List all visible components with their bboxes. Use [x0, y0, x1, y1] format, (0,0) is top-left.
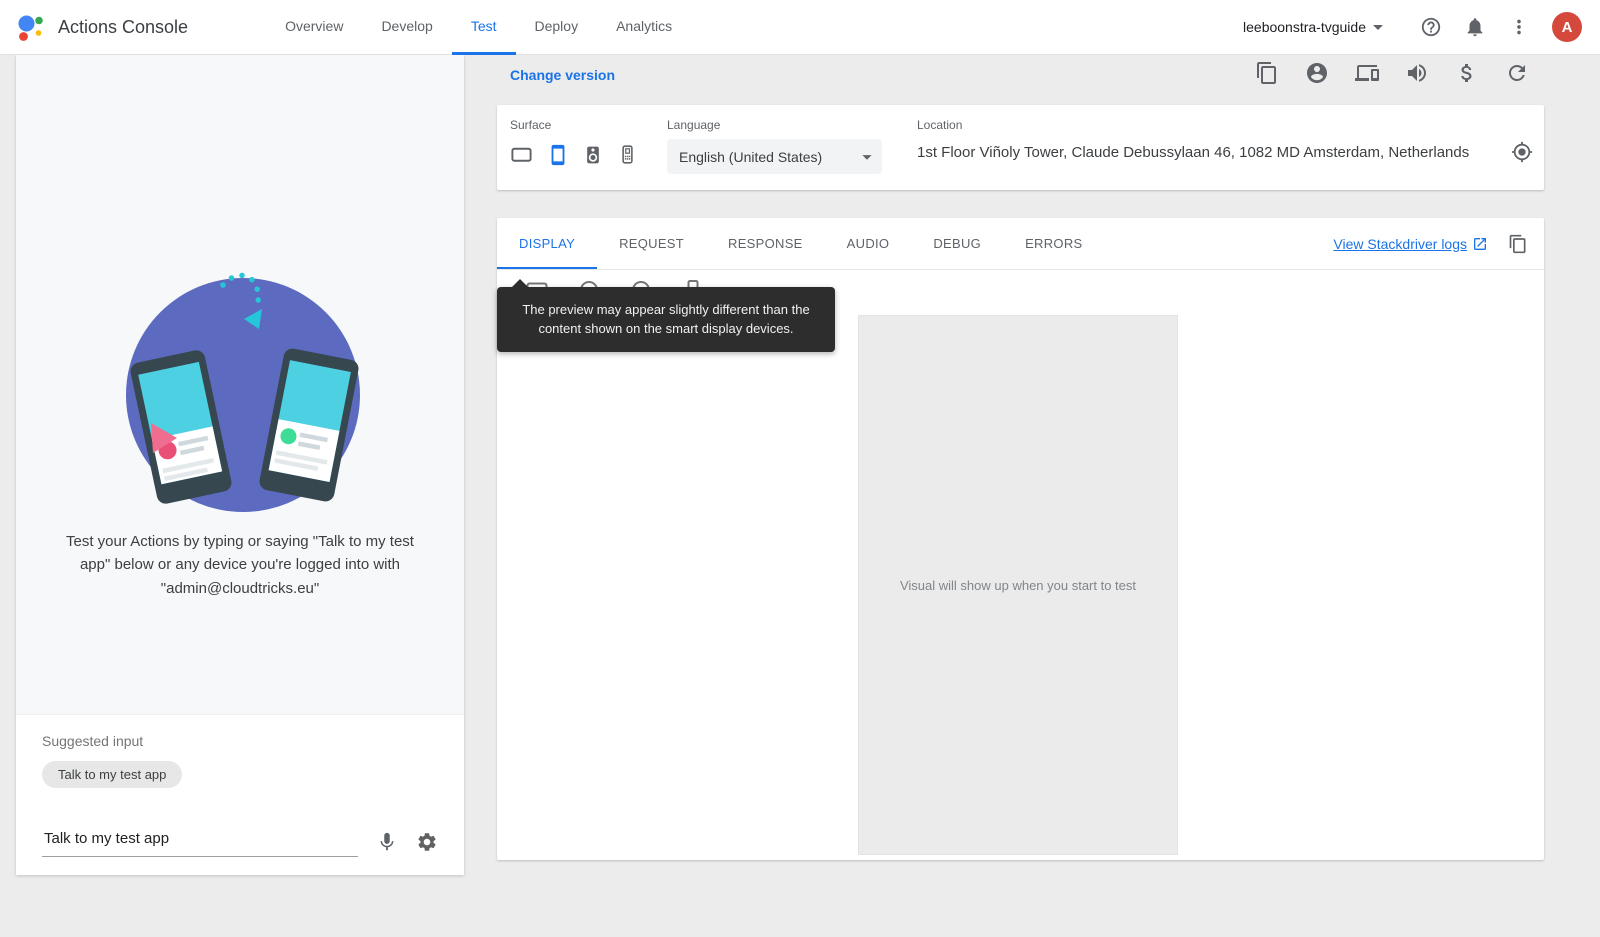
actions-console-app: Actions Console Overview Develop Test De… — [0, 0, 1600, 937]
tab-response[interactable]: RESPONSE — [706, 218, 825, 269]
tab-display[interactable]: DISPLAY — [497, 218, 597, 269]
copy-icon — [1508, 234, 1528, 254]
stackdriver-link-label: View Stackdriver logs — [1333, 236, 1467, 252]
location-input[interactable] — [917, 144, 1500, 161]
copy-icon — [1255, 61, 1279, 85]
language-select[interactable]: English (United States) — [667, 139, 882, 174]
language-value: English (United States) — [679, 149, 856, 165]
project-selector[interactable]: leeboonstra-tvguide — [1243, 15, 1390, 39]
surface-feature-phone-button[interactable] — [617, 144, 638, 165]
results-tabbar: DISPLAY REQUEST RESPONSE AUDIO DEBUG ERR… — [497, 218, 1544, 270]
feature-phone-icon — [617, 144, 638, 165]
tab-request[interactable]: REQUEST — [597, 218, 706, 269]
tooltip-arrow — [512, 279, 528, 287]
language-column: Language English (United States) — [667, 105, 917, 190]
tab-audio[interactable]: AUDIO — [825, 218, 912, 269]
tabbar-actions: View Stackdriver logs — [1333, 218, 1544, 269]
smart-display-icon — [510, 143, 533, 166]
my-location-icon — [1511, 141, 1533, 163]
phone-icon — [547, 144, 569, 166]
notifications-button[interactable] — [1464, 16, 1486, 38]
chevron-down-icon — [1366, 15, 1390, 39]
visual-placeholder-text: Visual will show up when you start to te… — [900, 578, 1136, 593]
surface-column: Surface — [497, 105, 667, 190]
speaker-icon — [583, 145, 603, 165]
nav-develop[interactable]: Develop — [362, 0, 451, 55]
stackdriver-link[interactable]: View Stackdriver logs — [1333, 236, 1488, 252]
nav-overview[interactable]: Overview — [266, 0, 362, 55]
volume-icon — [1405, 61, 1429, 85]
location-label: Location — [917, 105, 1500, 132]
surface-options — [510, 143, 667, 166]
billing-button[interactable] — [1455, 61, 1479, 85]
gear-icon — [416, 831, 438, 853]
change-version-link[interactable]: Change version — [510, 67, 615, 83]
main-nav: Overview Develop Test Deploy Analytics — [266, 0, 691, 55]
results-card: DISPLAY REQUEST RESPONSE AUDIO DEBUG ERR… — [497, 218, 1544, 860]
help-button[interactable] — [1420, 16, 1442, 38]
surface-label: Surface — [510, 105, 667, 132]
visual-preview-placeholder: Visual will show up when you start to te… — [858, 315, 1178, 855]
test-instructions: Test your Actions by typing or saying "T… — [16, 530, 464, 600]
preview-tooltip: The preview may appear slightly differen… — [497, 287, 835, 352]
surface-phone-button[interactable] — [547, 144, 569, 166]
mic-button[interactable] — [376, 831, 398, 857]
simulator-input-area: Suggested input Talk to my test app — [16, 715, 464, 857]
account-icon — [1305, 61, 1329, 85]
assistant-logo-icon — [16, 13, 44, 41]
location-column: Location — [917, 105, 1544, 190]
open-in-new-icon — [1472, 236, 1488, 252]
simulator-toolbar — [1255, 61, 1529, 85]
nav-deploy[interactable]: Deploy — [516, 0, 598, 55]
surface-smart-display-button[interactable] — [510, 143, 533, 166]
tooltip-text: The preview may appear slightly differen… — [522, 302, 809, 336]
devices-icon — [1355, 61, 1379, 85]
dollar-icon — [1455, 61, 1479, 85]
suggested-input-label: Suggested input — [42, 733, 438, 749]
language-label: Language — [667, 105, 917, 132]
simulator-intro: Test your Actions by typing or saying "T… — [16, 55, 464, 715]
tab-debug[interactable]: DEBUG — [911, 218, 1003, 269]
phones-illustration — [103, 245, 383, 545]
surface-speaker-button[interactable] — [583, 145, 603, 165]
refresh-button[interactable] — [1505, 61, 1529, 85]
refresh-icon — [1505, 61, 1529, 85]
suggestion-chip[interactable]: Talk to my test app — [42, 761, 182, 788]
bell-icon — [1464, 16, 1486, 38]
devices-button[interactable] — [1355, 61, 1379, 85]
query-input[interactable] — [42, 830, 358, 857]
logo-area: Actions Console — [0, 13, 188, 41]
my-location-button[interactable] — [1511, 141, 1533, 163]
query-input-row — [42, 830, 438, 857]
app-title: Actions Console — [58, 17, 188, 38]
audio-button[interactable] — [1405, 61, 1429, 85]
settings-button[interactable] — [416, 831, 438, 857]
nav-analytics[interactable]: Analytics — [597, 0, 691, 55]
help-icon — [1420, 16, 1442, 38]
simulator-panel: Test your Actions by typing or saying "T… — [16, 55, 464, 875]
header-right: leeboonstra-tvguide A — [1243, 12, 1600, 42]
account-button[interactable] — [1305, 61, 1329, 85]
app-header: Actions Console Overview Develop Test De… — [0, 0, 1600, 55]
kebab-menu-icon — [1508, 16, 1530, 38]
copy-button[interactable] — [1255, 61, 1279, 85]
copy-logs-button[interactable] — [1508, 234, 1528, 254]
nav-test[interactable]: Test — [452, 0, 516, 55]
avatar[interactable]: A — [1552, 12, 1582, 42]
mic-icon — [376, 831, 398, 853]
surface-settings-card: Surface — [497, 105, 1544, 190]
chevron-down-icon — [856, 146, 878, 168]
more-options-button[interactable] — [1508, 16, 1530, 38]
tab-errors[interactable]: ERRORS — [1003, 218, 1104, 269]
project-name: leeboonstra-tvguide — [1243, 19, 1366, 35]
